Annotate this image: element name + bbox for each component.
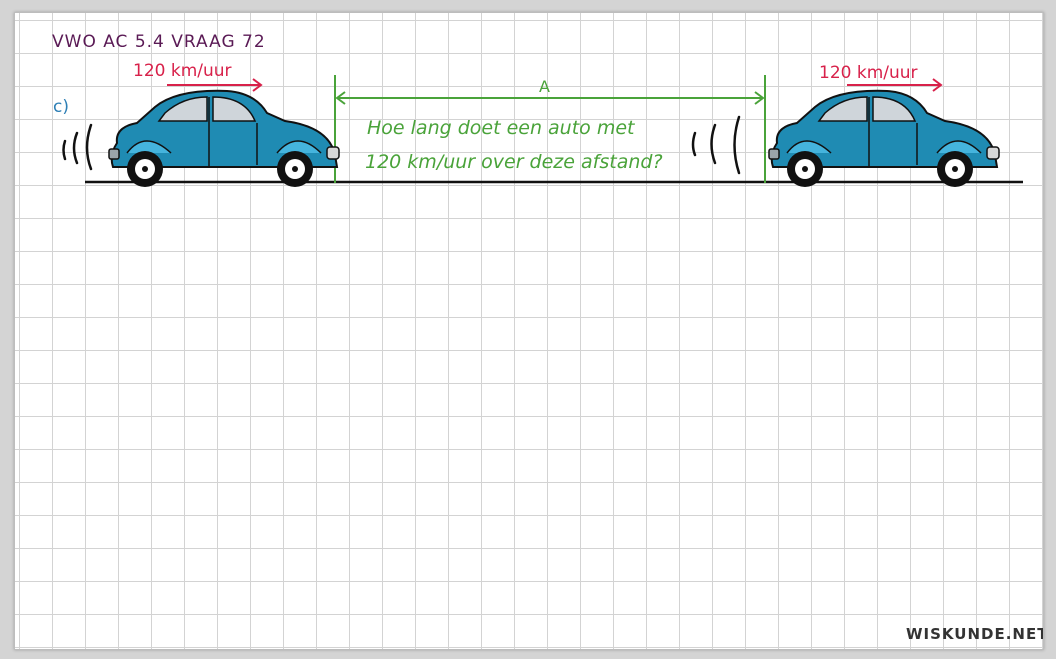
grid-whiteboard: VWO AC 5.4 VRAAG 72 120 km/uur 120 km/uu… [14,12,1044,650]
car-icon [768,89,1000,187]
drawing-layer [62,75,1023,187]
distance-label: A [539,77,550,96]
speed-label-right: 120 km/uur [819,63,918,83]
speed-label-left: 120 km/uur [133,61,232,81]
double-arrow-icon [335,91,765,105]
part-label: c) [53,97,69,117]
brand-watermark: WISKUNDE.NET [906,625,1044,643]
sound-waves-icon [691,115,741,175]
question-line-1: Hoe lang doet een auto met [367,117,635,139]
sound-waves-icon [62,123,93,171]
question-line-2: 120 km/uur over deze afstand? [365,151,663,173]
car-icon [108,89,340,187]
exercise-title: VWO AC 5.4 VRAAG 72 [52,32,266,52]
